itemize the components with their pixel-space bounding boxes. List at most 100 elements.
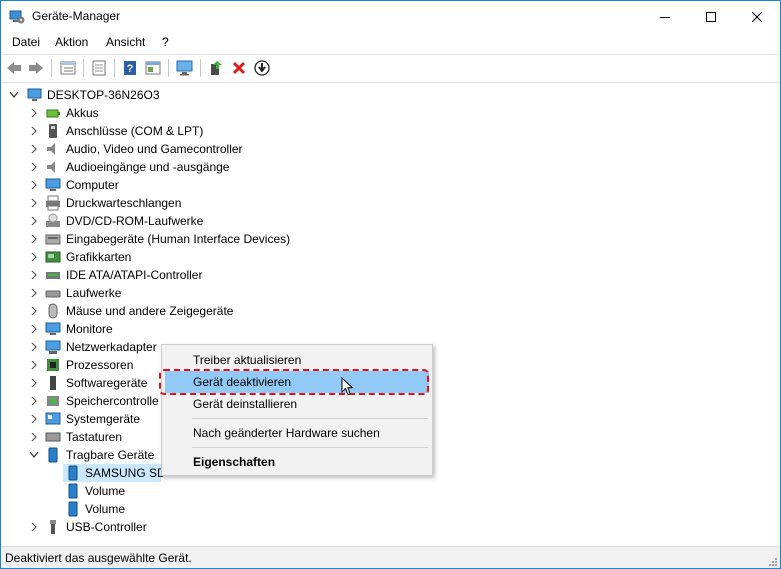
tree-item-eingabegeraete[interactable]: Eingabegeräte (Human Interface Devices) [1, 230, 780, 248]
tree-item-ide-ata[interactable]: IDE ATA/ATAPI-Controller [1, 266, 780, 284]
chevron-right-icon[interactable] [28, 214, 40, 228]
mouse-cursor-icon [341, 377, 354, 396]
help-button[interactable]: ? [121, 59, 139, 77]
menu-item-properties[interactable]: Eigenschaften [165, 451, 429, 473]
chevron-right-icon[interactable] [28, 142, 40, 156]
forward-button[interactable] [27, 59, 45, 77]
tree-item-usb-controller[interactable]: USB-Controller [1, 518, 780, 536]
menu-item-scan-hardware[interactable]: Nach geänderter Hardware suchen [165, 422, 429, 444]
speaker-icon [45, 159, 61, 175]
tree-item-label: Monitore [66, 322, 113, 336]
menu-help[interactable]: ? [162, 35, 169, 49]
chevron-right-icon[interactable] [28, 412, 40, 426]
tree-item-label: Softwaregeräte [66, 376, 148, 390]
toolbar: ? [1, 54, 780, 83]
minimize-button[interactable] [642, 1, 688, 32]
tree-item-label: Anschlüsse (COM & LPT) [66, 124, 204, 138]
tree-item-maeuse[interactable]: Mäuse und andere Zeigegeräte [1, 302, 780, 320]
resize-grip-icon[interactable] [768, 557, 778, 567]
chevron-down-icon[interactable] [8, 88, 20, 102]
tree-item-label: IDE ATA/ATAPI-Controller [66, 268, 203, 282]
chevron-right-icon[interactable] [28, 250, 40, 264]
menu-ansicht[interactable]: Ansicht [106, 35, 145, 49]
disable-device-button[interactable] [253, 59, 271, 77]
tree-root-label: DESKTOP-36N26O3 [47, 88, 160, 102]
uninstall-button[interactable] [230, 59, 248, 77]
scan-hardware-button[interactable] [176, 59, 194, 77]
chevron-right-icon[interactable] [28, 268, 40, 282]
menu-item-update-driver[interactable]: Treiber aktualisieren [165, 349, 429, 371]
chevron-right-icon[interactable] [28, 322, 40, 336]
tree-child-volume[interactable]: Volume [1, 500, 780, 518]
chevron-right-icon[interactable] [28, 304, 40, 318]
forward-arrow-icon [29, 62, 43, 74]
menu-item-uninstall-device[interactable]: Gerät deinstallieren [165, 393, 429, 415]
tree-item-audio-video[interactable]: Audio, Video und Gamecontroller [1, 140, 780, 158]
portable-icon [45, 447, 61, 463]
monitor-icon [45, 177, 61, 193]
tree-item-akkus[interactable]: Akkus [1, 104, 780, 122]
cpu-icon [45, 357, 61, 373]
details-button[interactable] [90, 59, 108, 77]
tree-item-label: Mäuse und andere Zeigegeräte [66, 304, 234, 318]
chevron-down-icon[interactable] [28, 448, 40, 462]
tree-child-label: Volume [85, 484, 126, 498]
chevron-right-icon[interactable] [28, 160, 40, 174]
computer-icon [27, 87, 43, 103]
disc-icon [45, 213, 61, 229]
tree-item-label: Computer [66, 178, 119, 192]
tree-item-laufwerke[interactable]: Laufwerke [1, 284, 780, 302]
window-view-icon [145, 61, 161, 75]
system-icon [45, 411, 61, 427]
chevron-right-icon[interactable] [28, 124, 40, 138]
chevron-right-icon[interactable] [28, 394, 40, 408]
update-driver-button[interactable] [207, 59, 225, 77]
tree-item-label: Audioeingänge und -ausgänge [66, 160, 230, 174]
chevron-right-icon[interactable] [28, 106, 40, 120]
tree-item-dvd-cdrom[interactable]: DVD/CD-ROM-Laufwerke [1, 212, 780, 230]
tree-item-anschluesse[interactable]: Anschlüsse (COM & LPT) [1, 122, 780, 140]
tree-item-label: Speichercontrolle [66, 394, 159, 408]
tree-item-computer[interactable]: Computer [1, 176, 780, 194]
menu-aktion[interactable]: Aktion [55, 35, 88, 49]
tree-item-label: Prozessoren [66, 358, 134, 372]
portable-device-icon [65, 501, 81, 517]
monitor-icon [45, 321, 61, 337]
chevron-right-icon[interactable] [28, 358, 40, 372]
tree-child-label: SAMSUNG SD [85, 466, 166, 480]
drive-icon [45, 285, 61, 301]
update-driver-icon [211, 61, 222, 75]
tree-root[interactable]: DESKTOP-36N26O3 [1, 86, 780, 104]
tree-item-label: USB-Controller [66, 520, 147, 534]
chevron-right-icon[interactable] [28, 340, 40, 354]
chevron-right-icon[interactable] [28, 520, 40, 534]
tree-item-monitore[interactable]: Monitore [1, 320, 780, 338]
hid-icon [45, 231, 61, 247]
maximize-button[interactable] [688, 1, 734, 32]
storage-icon [45, 393, 61, 409]
chevron-right-icon[interactable] [28, 178, 40, 192]
battery-icon [45, 105, 61, 121]
back-button[interactable] [5, 59, 23, 77]
close-button[interactable] [734, 1, 780, 32]
tree-item-druckwarteschlangen[interactable]: Druckwarteschlangen [1, 194, 780, 212]
tree-item-audio-io[interactable]: Audioeingänge und -ausgänge [1, 158, 780, 176]
tree-child-volume[interactable]: Volume [1, 482, 780, 500]
menu-datei[interactable]: Datei [12, 35, 40, 49]
gpu-icon [45, 249, 61, 265]
tree-item-label: Systemgeräte [66, 412, 141, 426]
chevron-right-icon[interactable] [28, 376, 40, 390]
chevron-right-icon[interactable] [28, 430, 40, 444]
view-button[interactable] [144, 59, 162, 77]
menu-separator [192, 418, 428, 419]
chevron-right-icon[interactable] [28, 232, 40, 246]
chevron-right-icon[interactable] [28, 286, 40, 300]
tree-item-label: Netzwerkadapter [66, 340, 157, 354]
properties-list-button[interactable] [59, 59, 77, 77]
keyboard-icon [45, 429, 61, 445]
chevron-right-icon[interactable] [28, 196, 40, 210]
context-menu: Treiber aktualisieren Gerät deaktivieren… [161, 344, 433, 476]
tree-item-grafikkarten[interactable]: Grafikkarten [1, 248, 780, 266]
tree-item-label: DVD/CD-ROM-Laufwerke [66, 214, 204, 228]
title-bar[interactable]: Geräte-Manager [1, 1, 780, 32]
